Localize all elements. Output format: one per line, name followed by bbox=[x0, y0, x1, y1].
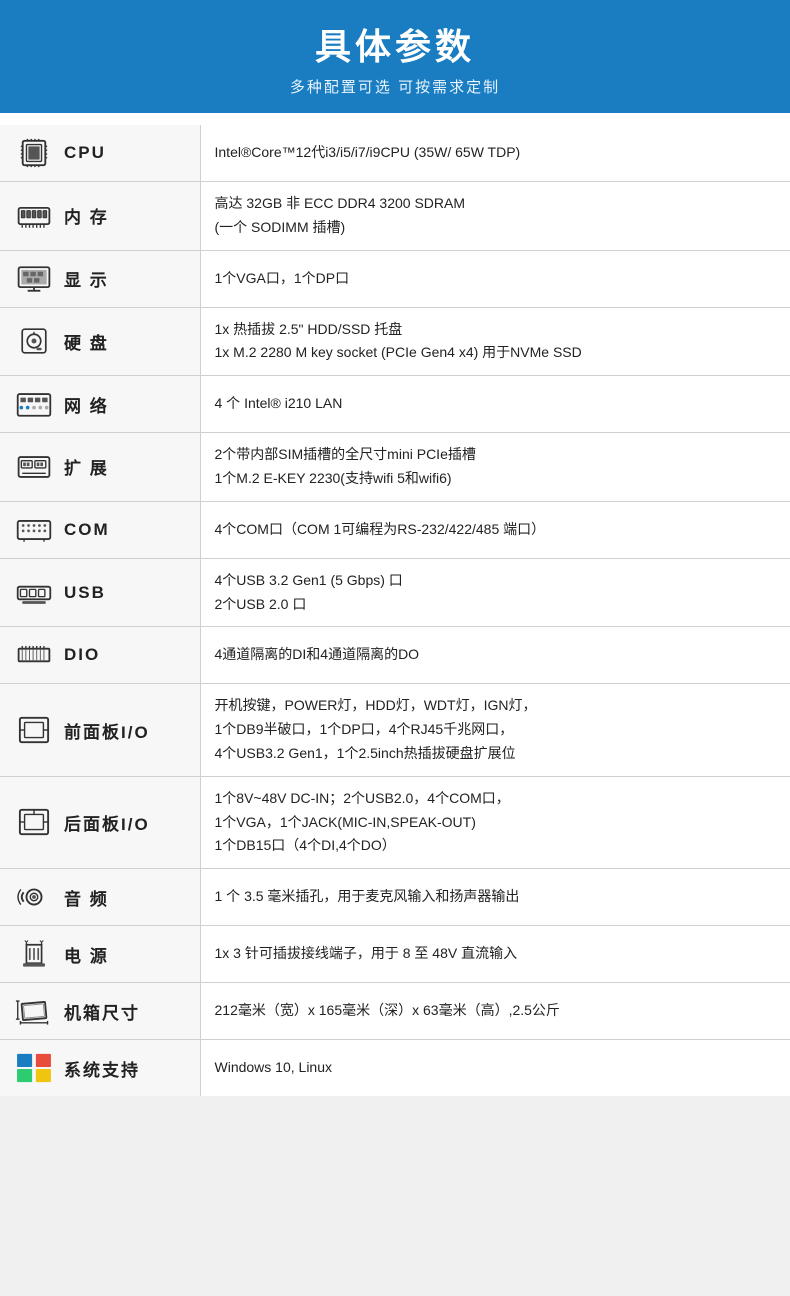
row-value: 1x 热插拔 2.5" HDD/SSD 托盘1x M.2 2280 M key … bbox=[200, 307, 790, 376]
row-label: 硬 盘 bbox=[64, 329, 109, 354]
power-icon bbox=[12, 936, 56, 972]
table-row: 音 频 1 个 3.5 毫米插孔，用于麦克风输入和扬声器输出 bbox=[0, 869, 790, 926]
row-value: Windows 10, Linux bbox=[200, 1040, 790, 1097]
row-value: 高达 32GB 非 ECC DDR4 3200 SDRAM(一个 SODIMM … bbox=[200, 182, 790, 251]
row-value: 212毫米（宽）x 165毫米（深）x 63毫米（高）,2.5公斤 bbox=[200, 983, 790, 1040]
row-value: 1个VGA口，1个DP口 bbox=[200, 250, 790, 307]
table-row: 硬 盘 1x 热插拔 2.5" HDD/SSD 托盘1x M.2 2280 M … bbox=[0, 307, 790, 376]
row-value: 1个8V~48V DC-IN；2个USB2.0，4个COM口，1个VGA，1个J… bbox=[200, 776, 790, 868]
row-label: USB bbox=[64, 583, 106, 603]
row-label: 前面板I/O bbox=[64, 718, 150, 743]
header: 具体参数 多种配置可选 可按需求定制 bbox=[0, 0, 790, 113]
front-io-icon bbox=[12, 712, 56, 748]
row-value: 开机按键，POWER灯，HDD灯，WDT灯，IGN灯，1个DB9半破口，1个DP… bbox=[200, 684, 790, 776]
table-row: 前面板I/O 开机按键，POWER灯，HDD灯，WDT灯，IGN灯，1个DB9半… bbox=[0, 684, 790, 776]
display-icon bbox=[12, 261, 56, 297]
table-row: 网 络 4 个 Intel® i210 LAN bbox=[0, 376, 790, 433]
row-label: 后面板I/O bbox=[64, 810, 150, 835]
row-label: COM bbox=[64, 520, 110, 540]
table-row: 扩 展 2个带内部SIM插槽的全尺寸mini PCIe插槽1个M.2 E-KEY… bbox=[0, 433, 790, 502]
table-row: 内 存 高达 32GB 非 ECC DDR4 3200 SDRAM(一个 SOD… bbox=[0, 182, 790, 251]
row-label: CPU bbox=[64, 143, 106, 163]
os-icon bbox=[12, 1050, 56, 1086]
dio-icon bbox=[12, 637, 56, 673]
row-value: 4个COM口（COM 1可编程为RS-232/422/485 端口） bbox=[200, 501, 790, 558]
hdd-icon bbox=[12, 323, 56, 359]
table-row: 电 源 1x 3 针可插拔接线端子，用于 8 至 48V 直流输入 bbox=[0, 926, 790, 983]
row-label: DIO bbox=[64, 645, 100, 665]
expand-icon bbox=[12, 449, 56, 485]
page-title: 具体参数 bbox=[20, 18, 770, 70]
table-row: COM 4个COM口（COM 1可编程为RS-232/422/485 端口） bbox=[0, 501, 790, 558]
row-label: 音 频 bbox=[64, 885, 109, 910]
page-wrapper: 具体参数 多种配置可选 可按需求定制 CPU Intel®Core™12代i3/… bbox=[0, 0, 790, 1096]
row-value: Intel®Core™12代i3/i5/i7/i9CPU (35W/ 65W T… bbox=[200, 125, 790, 182]
network-icon bbox=[12, 386, 56, 422]
table-row: CPU Intel®Core™12代i3/i5/i7/i9CPU (35W/ 6… bbox=[0, 125, 790, 182]
row-label: 系统支持 bbox=[64, 1056, 140, 1081]
table-row: 机箱尺寸 212毫米（宽）x 165毫米（深）x 63毫米（高）,2.5公斤 bbox=[0, 983, 790, 1040]
table-row: USB 4个USB 3.2 Gen1 (5 Gbps) 口2个USB 2.0 口 bbox=[0, 558, 790, 627]
rear-io-icon bbox=[12, 804, 56, 840]
table-row: 后面板I/O 1个8V~48V DC-IN；2个USB2.0，4个COM口，1个… bbox=[0, 776, 790, 868]
audio-icon bbox=[12, 879, 56, 915]
row-value: 1 个 3.5 毫米插孔，用于麦克风输入和扬声器输出 bbox=[200, 869, 790, 926]
row-label: 网 络 bbox=[64, 392, 109, 417]
table-row: 显 示 1个VGA口，1个DP口 bbox=[0, 250, 790, 307]
row-value: 2个带内部SIM插槽的全尺寸mini PCIe插槽1个M.2 E-KEY 223… bbox=[200, 433, 790, 502]
memory-icon bbox=[12, 198, 56, 234]
row-value: 4个USB 3.2 Gen1 (5 Gbps) 口2个USB 2.0 口 bbox=[200, 558, 790, 627]
row-label: 机箱尺寸 bbox=[64, 999, 140, 1024]
row-value: 4 个 Intel® i210 LAN bbox=[200, 376, 790, 433]
row-label: 显 示 bbox=[64, 266, 109, 291]
cpu-icon bbox=[12, 135, 56, 171]
row-label: 扩 展 bbox=[64, 454, 109, 479]
page-subtitle: 多种配置可选 可按需求定制 bbox=[20, 76, 770, 97]
row-value: 4通道隔离的DI和4通道隔离的DO bbox=[200, 627, 790, 684]
usb-icon bbox=[12, 575, 56, 611]
dimensions-icon bbox=[12, 993, 56, 1029]
table-row: 系统支持 Windows 10, Linux bbox=[0, 1040, 790, 1097]
com-icon bbox=[12, 512, 56, 548]
spec-table: CPU Intel®Core™12代i3/i5/i7/i9CPU (35W/ 6… bbox=[0, 125, 790, 1096]
table-row: DIO 4通道隔离的DI和4通道隔离的DO bbox=[0, 627, 790, 684]
row-label: 电 源 bbox=[64, 942, 109, 967]
row-value: 1x 3 针可插拔接线端子，用于 8 至 48V 直流输入 bbox=[200, 926, 790, 983]
row-label: 内 存 bbox=[64, 203, 109, 228]
